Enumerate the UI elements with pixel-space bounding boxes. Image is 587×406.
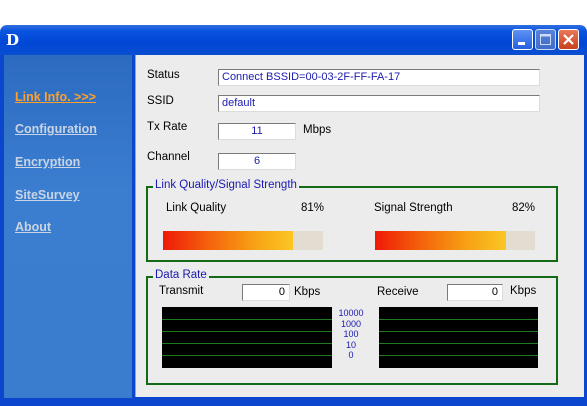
signal-strength-percent: 82% — [512, 202, 536, 214]
signal-strength-bar-fill — [375, 231, 507, 250]
title-bar[interactable]: D — [0, 25, 587, 55]
close-button[interactable] — [558, 29, 579, 50]
minimize-icon — [518, 42, 525, 45]
signal-strength-label: Signal Strength — [374, 202, 453, 214]
transmit-label: Transmit — [159, 285, 204, 297]
channel-label: Channel — [147, 151, 190, 163]
channel-field: 6 — [218, 153, 296, 170]
scale-label-0: 0 — [348, 350, 354, 360]
receive-graph — [379, 307, 538, 368]
transmit-graph-line-3 — [162, 343, 332, 344]
receive-label: Receive — [377, 286, 419, 298]
tx-rate-unit: Mbps — [303, 124, 332, 136]
data-rate-group-title: Data Rate — [153, 269, 209, 281]
receive-graph-line-4 — [379, 355, 538, 356]
sidebar-item-about[interactable]: About — [15, 220, 51, 234]
ssid-field: default — [218, 95, 540, 112]
rate-scale: 10000 1000 100 10 0 — [331, 308, 371, 361]
status-field: Connect BSSID=00-03-2F-FF-FA-17 — [218, 69, 540, 86]
scale-label-10000: 10000 — [338, 308, 364, 318]
link-quality-label: Link Quality — [166, 202, 227, 214]
tx-rate-label: Tx Rate — [147, 121, 188, 133]
link-quality-group-title: Link Quality/Signal Strength — [153, 179, 299, 191]
transmit-field: 0 — [242, 284, 290, 301]
sidebar-item-sitesurvey[interactable]: SiteSurvey — [15, 188, 80, 202]
ssid-label: SSID — [147, 95, 174, 107]
link-quality-bar-fill — [163, 231, 293, 250]
link-quality-group: Link Quality/Signal Strength Link Qualit… — [146, 179, 558, 262]
receive-graph-line-1 — [379, 319, 538, 320]
scale-label-100: 100 — [343, 329, 359, 339]
sidebar: Link Info. >>> Configuration Encryption … — [4, 55, 132, 398]
sidebar-item-configuration[interactable]: Configuration — [15, 122, 97, 136]
transmit-graph-line-2 — [162, 331, 332, 332]
maximize-icon — [540, 34, 551, 45]
content-panel: Status Connect BSSID=00-03-2F-FF-FA-17 S… — [135, 55, 584, 397]
receive-field: 0 — [447, 284, 503, 301]
close-icon — [563, 34, 574, 45]
link-quality-bar — [163, 231, 323, 250]
maximize-button[interactable] — [535, 29, 556, 50]
data-rate-group: Data Rate Transmit 0 Kbps Receive 0 Kbps… — [146, 269, 558, 385]
scale-label-10: 10 — [345, 339, 356, 350]
link-quality-percent: 81% — [301, 202, 325, 214]
app-window: D Link Info. >>> Configuration Encryptio… — [0, 25, 587, 406]
tx-rate-field: 11 — [218, 123, 296, 140]
status-label: Status — [147, 69, 180, 81]
receive-graph-line-3 — [379, 343, 538, 344]
transmit-graph-line-1 — [162, 319, 332, 320]
transmit-graph-line-4 — [162, 355, 332, 356]
transmit-graph — [162, 307, 332, 368]
app-logo: D — [6, 31, 20, 49]
transmit-unit: Kbps — [294, 286, 321, 298]
receive-graph-line-2 — [379, 331, 538, 332]
scale-label-1000: 1000 — [340, 318, 362, 329]
sidebar-item-encryption[interactable]: Encryption — [15, 155, 80, 169]
signal-strength-bar — [375, 231, 535, 250]
minimize-button[interactable] — [512, 29, 533, 50]
sidebar-item-link-info[interactable]: Link Info. >>> — [15, 90, 96, 104]
receive-unit: Kbps — [510, 285, 537, 297]
